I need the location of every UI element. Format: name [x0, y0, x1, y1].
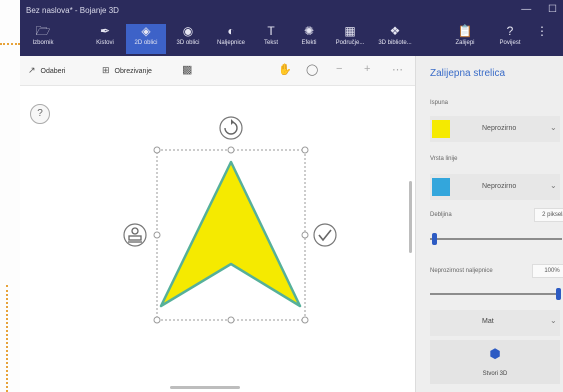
callout-dotted-line [0, 43, 20, 45]
rotate-icon[interactable] [219, 116, 243, 140]
shapes-3d-icon: ◉ [182, 24, 194, 38]
resize-handle-left[interactable] [153, 231, 161, 239]
selection-scene [123, 116, 337, 324]
ribbon: 🗁 Izbornik ✒ Kistovi ◈ 2D oblici ◉ 3D ob… [20, 22, 563, 56]
chevron-down-icon: ⌄ [550, 316, 557, 325]
resize-handle-right[interactable] [301, 231, 309, 239]
stamp-icon[interactable] [123, 223, 147, 247]
drawing-canvas[interactable]: ? [20, 86, 415, 392]
opacity-slider-thumb[interactable] [556, 288, 561, 300]
ribbon-paste-button[interactable]: 📋 Zalijepi [450, 24, 480, 54]
vertical-scrollbar[interactable] [409, 181, 412, 253]
library-icon: ❖ [389, 24, 401, 38]
crop-icon: ⊞ [102, 65, 110, 75]
ribbon-history-button[interactable]: ? Povijest [494, 24, 526, 54]
more-icon: ⋮ [536, 24, 548, 38]
material-dropdown[interactable] [430, 310, 560, 336]
brush-icon: ✒ [99, 24, 111, 38]
sticker-icon: ◐ [227, 24, 235, 38]
thickness-slider-track[interactable] [430, 238, 562, 240]
ribbon-canvas-button[interactable]: ▦ Područje... [330, 24, 370, 54]
comment-icon[interactable]: ◯ [306, 63, 318, 76]
cursor-icon: ↗ [28, 65, 36, 75]
checkmark-icon[interactable] [313, 223, 337, 247]
pan-icon[interactable]: ✋ [278, 63, 292, 76]
resize-handle-bottom[interactable] [227, 316, 235, 324]
resize-handle-top[interactable] [227, 146, 235, 154]
canvas-toolbar: ↗ Odaberi ⊞ Obrezivanje ▩ ✋ ◯ − + ⋯ [20, 56, 415, 86]
cube-icon: ⬢ [489, 346, 501, 361]
ribbon-stickers-button[interactable]: ◐ Naljepnice [212, 24, 250, 54]
ribbon-3d-library-button[interactable]: ❖ 3D bibliote... [374, 24, 416, 54]
ribbon-menu-button[interactable]: 🗁 Izbornik [26, 24, 60, 54]
shapes-2d-icon: ◈ [141, 24, 151, 38]
ribbon-more-button[interactable]: ⋮ [534, 24, 550, 54]
title-bar: Bez naslova* - Bojanje 3D — ☐ [20, 0, 563, 22]
line-type-label: Vrsta linije [430, 156, 458, 162]
effects-icon: ✺ [303, 24, 315, 38]
line-color-swatch[interactable] [432, 178, 450, 196]
paint3d-window: Bez naslova* - Bojanje 3D — ☐ 🗁 Izbornik… [20, 0, 563, 392]
panel-title: Zalijepna strelica [430, 68, 506, 79]
opacity-value[interactable]: 100% [532, 264, 563, 278]
line-dropdown-value: Neprozirno [482, 183, 517, 190]
resize-handle-top-right[interactable] [301, 146, 309, 154]
thickness-value[interactable]: 2 piksela [534, 208, 563, 222]
ribbon-3d-shapes-button[interactable]: ◉ 3D oblici [170, 24, 206, 54]
arrow-sticker-shape[interactable] [159, 160, 302, 308]
history-icon: ? [506, 24, 514, 38]
properties-panel: Zalijepna strelica Ispuna Neprozirno ⌄ V… [415, 56, 563, 392]
zoom-out-icon[interactable]: − [336, 63, 342, 75]
resize-handle-bottom-right[interactable] [301, 316, 309, 324]
ribbon-brushes-button[interactable]: ✒ Kistovi [88, 24, 122, 54]
thickness-label: Debljina [430, 212, 452, 218]
folder-icon: 🗁 [35, 24, 51, 38]
paste-icon: 📋 [457, 24, 473, 38]
resize-handle-top-left[interactable] [153, 146, 161, 154]
minimize-icon[interactable]: — [521, 4, 531, 15]
more-options-icon[interactable]: ⋯ [392, 63, 403, 76]
horizontal-scrollbar[interactable] [170, 386, 240, 389]
resize-handle-bottom-left[interactable] [153, 316, 161, 324]
select-tool-button[interactable]: ↗ Odaberi [28, 65, 65, 76]
window-title: Bez naslova* - Bojanje 3D [26, 6, 119, 15]
text-icon: T [267, 24, 275, 38]
opacity-slider-track[interactable] [430, 293, 560, 295]
fill-label: Ispuna [430, 100, 449, 106]
ribbon-2d-shapes-button[interactable]: ◈ 2D oblici [126, 24, 166, 54]
thickness-slider-thumb[interactable] [432, 233, 437, 245]
opacity-label: Neprozirnost naljepnice [430, 268, 493, 274]
fill-color-swatch[interactable] [432, 120, 450, 138]
make-3d-button[interactable]: ⬢ Stvori 3D [430, 340, 560, 384]
material-value: Mat [482, 318, 494, 325]
ribbon-text-button[interactable]: T Tekst [256, 24, 286, 54]
maximize-icon[interactable]: ☐ [548, 4, 557, 15]
left-margin-strip [0, 0, 20, 392]
callout-dotted-vertical-line [6, 285, 8, 392]
magic-select-icon[interactable]: ▩ [182, 63, 192, 76]
fill-dropdown-value: Neprozirno [482, 125, 517, 132]
window-controls: — ☐ [507, 4, 557, 15]
chevron-down-icon: ⌄ [550, 123, 557, 132]
crop-tool-button[interactable]: ⊞ Obrezivanje [102, 65, 152, 76]
chevron-down-icon: ⌄ [550, 181, 557, 190]
zoom-in-icon[interactable]: + [364, 63, 370, 75]
canvas-icon: ▦ [344, 24, 356, 38]
ribbon-effects-button[interactable]: ✺ Efekti [294, 24, 324, 54]
